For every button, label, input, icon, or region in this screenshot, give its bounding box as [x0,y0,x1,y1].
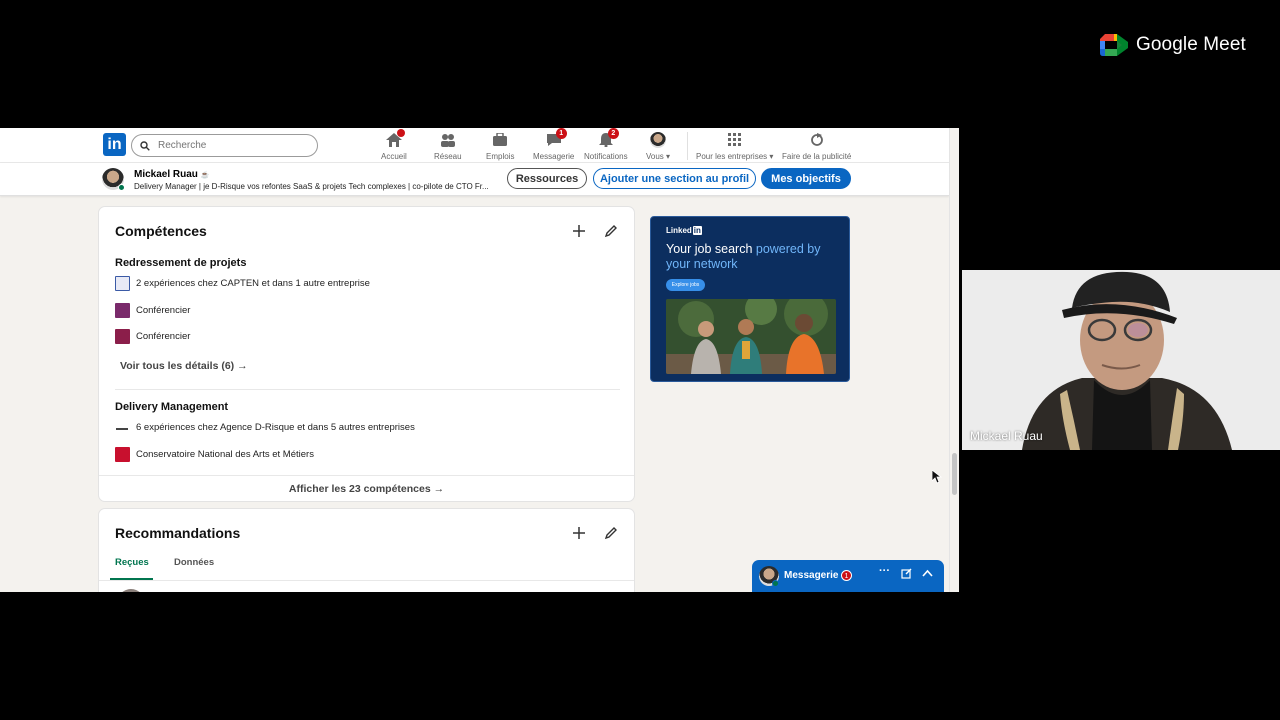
avatar [649,131,667,149]
explore-jobs-button[interactable]: Explore jobs [666,279,705,291]
chat-icon: 1 [545,128,567,149]
ad-headline: Your job search powered by your network [666,242,821,271]
network-icon [439,131,457,149]
add-recommendation-button[interactable] [569,523,589,543]
edit-recommendations-button[interactable] [601,523,621,543]
skill-endorsement-line: 6 expériences chez Agence D-Risque et da… [115,420,415,435]
mouse-cursor-icon [932,470,942,484]
messaging-badge: 1 [555,128,567,139]
google-meet-logo-icon [1100,34,1128,56]
messaging-label: Messagerie [784,570,839,581]
skill-name[interactable]: Redressement de projets [115,257,246,269]
add-profile-section-button[interactable]: Ajouter une section au profil [593,168,756,189]
google-meet-brand: Google Meet [1100,34,1246,56]
participant-video [962,270,1280,450]
nav-home-label: Accueil [381,152,407,161]
show-all-skills-link[interactable]: Afficher les 23 compétences → [99,483,634,495]
more-options-icon[interactable]: ··· [879,565,890,577]
chevron-up-icon[interactable] [922,568,933,582]
bell-icon: 2 [597,128,619,149]
scrollbar-track[interactable] [949,128,959,592]
briefcase-icon [491,131,509,149]
see-all-details-link[interactable]: Voir tous les détails (6) → [120,360,248,372]
ads-icon [808,131,826,149]
nav-notifications[interactable]: 2 Notifications [584,128,628,161]
messaging-widget[interactable]: Messagerie 1 ··· [752,560,944,592]
d-risque-logo-icon [115,420,130,435]
nav-me-label: Vous ▾ [646,152,671,161]
profile-sticky-bar: Mickael Ruau ☕ Delivery Manager | je D-R… [0,163,949,196]
nav-messaging[interactable]: 1 Messagerie [533,128,575,161]
skill-name[interactable]: Delivery Management [115,401,228,413]
google-meet-title: Google Meet [1136,34,1246,55]
edit-skills-button[interactable] [601,221,621,241]
avatar[interactable] [117,589,145,592]
capten-logo-icon [115,276,130,291]
linkedin-ad[interactable]: Linked in Your job search powered by your… [650,216,850,382]
coffee-icon: ☕ [200,172,210,179]
search-icon [140,140,150,151]
company-logo-icon [115,329,130,344]
participant-video-tile[interactable]: Mickael Ruau [962,270,1280,450]
linkedin-navbar: in Accueil Réseau Emplois [0,128,949,163]
resources-button[interactable]: Ressources [507,168,587,189]
nav-advertise[interactable]: Faire de la publicité [782,131,851,161]
nav-notifications-label: Notifications [584,152,628,161]
skill-endorsement-line: Conférencier [115,303,190,318]
divider [99,580,634,581]
nav-divider [687,132,688,160]
home-dot-badge [396,129,405,137]
linkedin-logo-icon[interactable]: in [103,133,126,156]
plus-icon [573,225,585,237]
ad-photo [666,299,836,374]
divider [99,475,634,476]
cnam-logo-icon [115,447,130,462]
nav-business[interactable]: Pour les entreprises ▾ [696,131,773,161]
online-status-dot [118,184,125,191]
tab-received[interactable]: Reçues [115,557,149,568]
scrollbar-thumb[interactable] [952,453,957,495]
nav-jobs-label: Emplois [486,152,515,161]
skill-endorsement-line: 2 expériences chez CAPTEN et dans 1 autr… [115,276,370,291]
search-input[interactable] [158,140,298,151]
nav-advertise-label: Faire de la publicité [782,152,852,161]
compose-icon[interactable] [901,568,912,582]
search-box[interactable] [131,134,318,157]
profile-name: Mickael Ruau ☕ [134,169,210,180]
tab-given[interactable]: Données [174,557,214,568]
recommendations-card: Recommandations Reçues Données [98,508,635,592]
ad-linkedin-logo: Linked in [666,226,702,235]
notifications-badge: 2 [607,128,619,139]
pencil-icon [604,527,617,540]
nav-me[interactable]: Vous ▾ [646,131,670,161]
nav-jobs[interactable]: Emplois [486,131,514,161]
home-icon [385,129,405,149]
profile-headline: Delivery Manager | je D-Risque vos refon… [134,182,489,191]
nav-messaging-label: Messagerie [533,152,575,161]
nav-business-label: Pour les entreprises ▾ [696,152,774,161]
company-logo-icon [115,303,130,318]
shared-screen: in Accueil Réseau Emplois [0,128,959,592]
skill-endorsement-line: Conservatoire National des Arts et Métie… [115,447,314,462]
nav-network[interactable]: Réseau [434,131,462,161]
recommendations-title: Recommandations [115,525,241,541]
skills-title: Compétences [115,223,207,239]
pencil-icon [604,225,617,238]
plus-icon [573,527,585,539]
divider [115,389,620,390]
online-status-dot [772,580,779,587]
participant-name: Mickael Ruau [970,429,1043,443]
skill-endorsement-line: Conférencier [115,329,190,344]
add-skill-button[interactable] [569,221,589,241]
skills-card: Compétences Redressement de projets 2 ex… [98,206,635,502]
messaging-badge: 1 [841,570,852,581]
nav-network-label: Réseau [434,152,462,161]
grid-icon [726,131,744,149]
nav-home[interactable]: Accueil [381,129,407,161]
my-goals-button[interactable]: Mes objectifs [761,168,851,189]
